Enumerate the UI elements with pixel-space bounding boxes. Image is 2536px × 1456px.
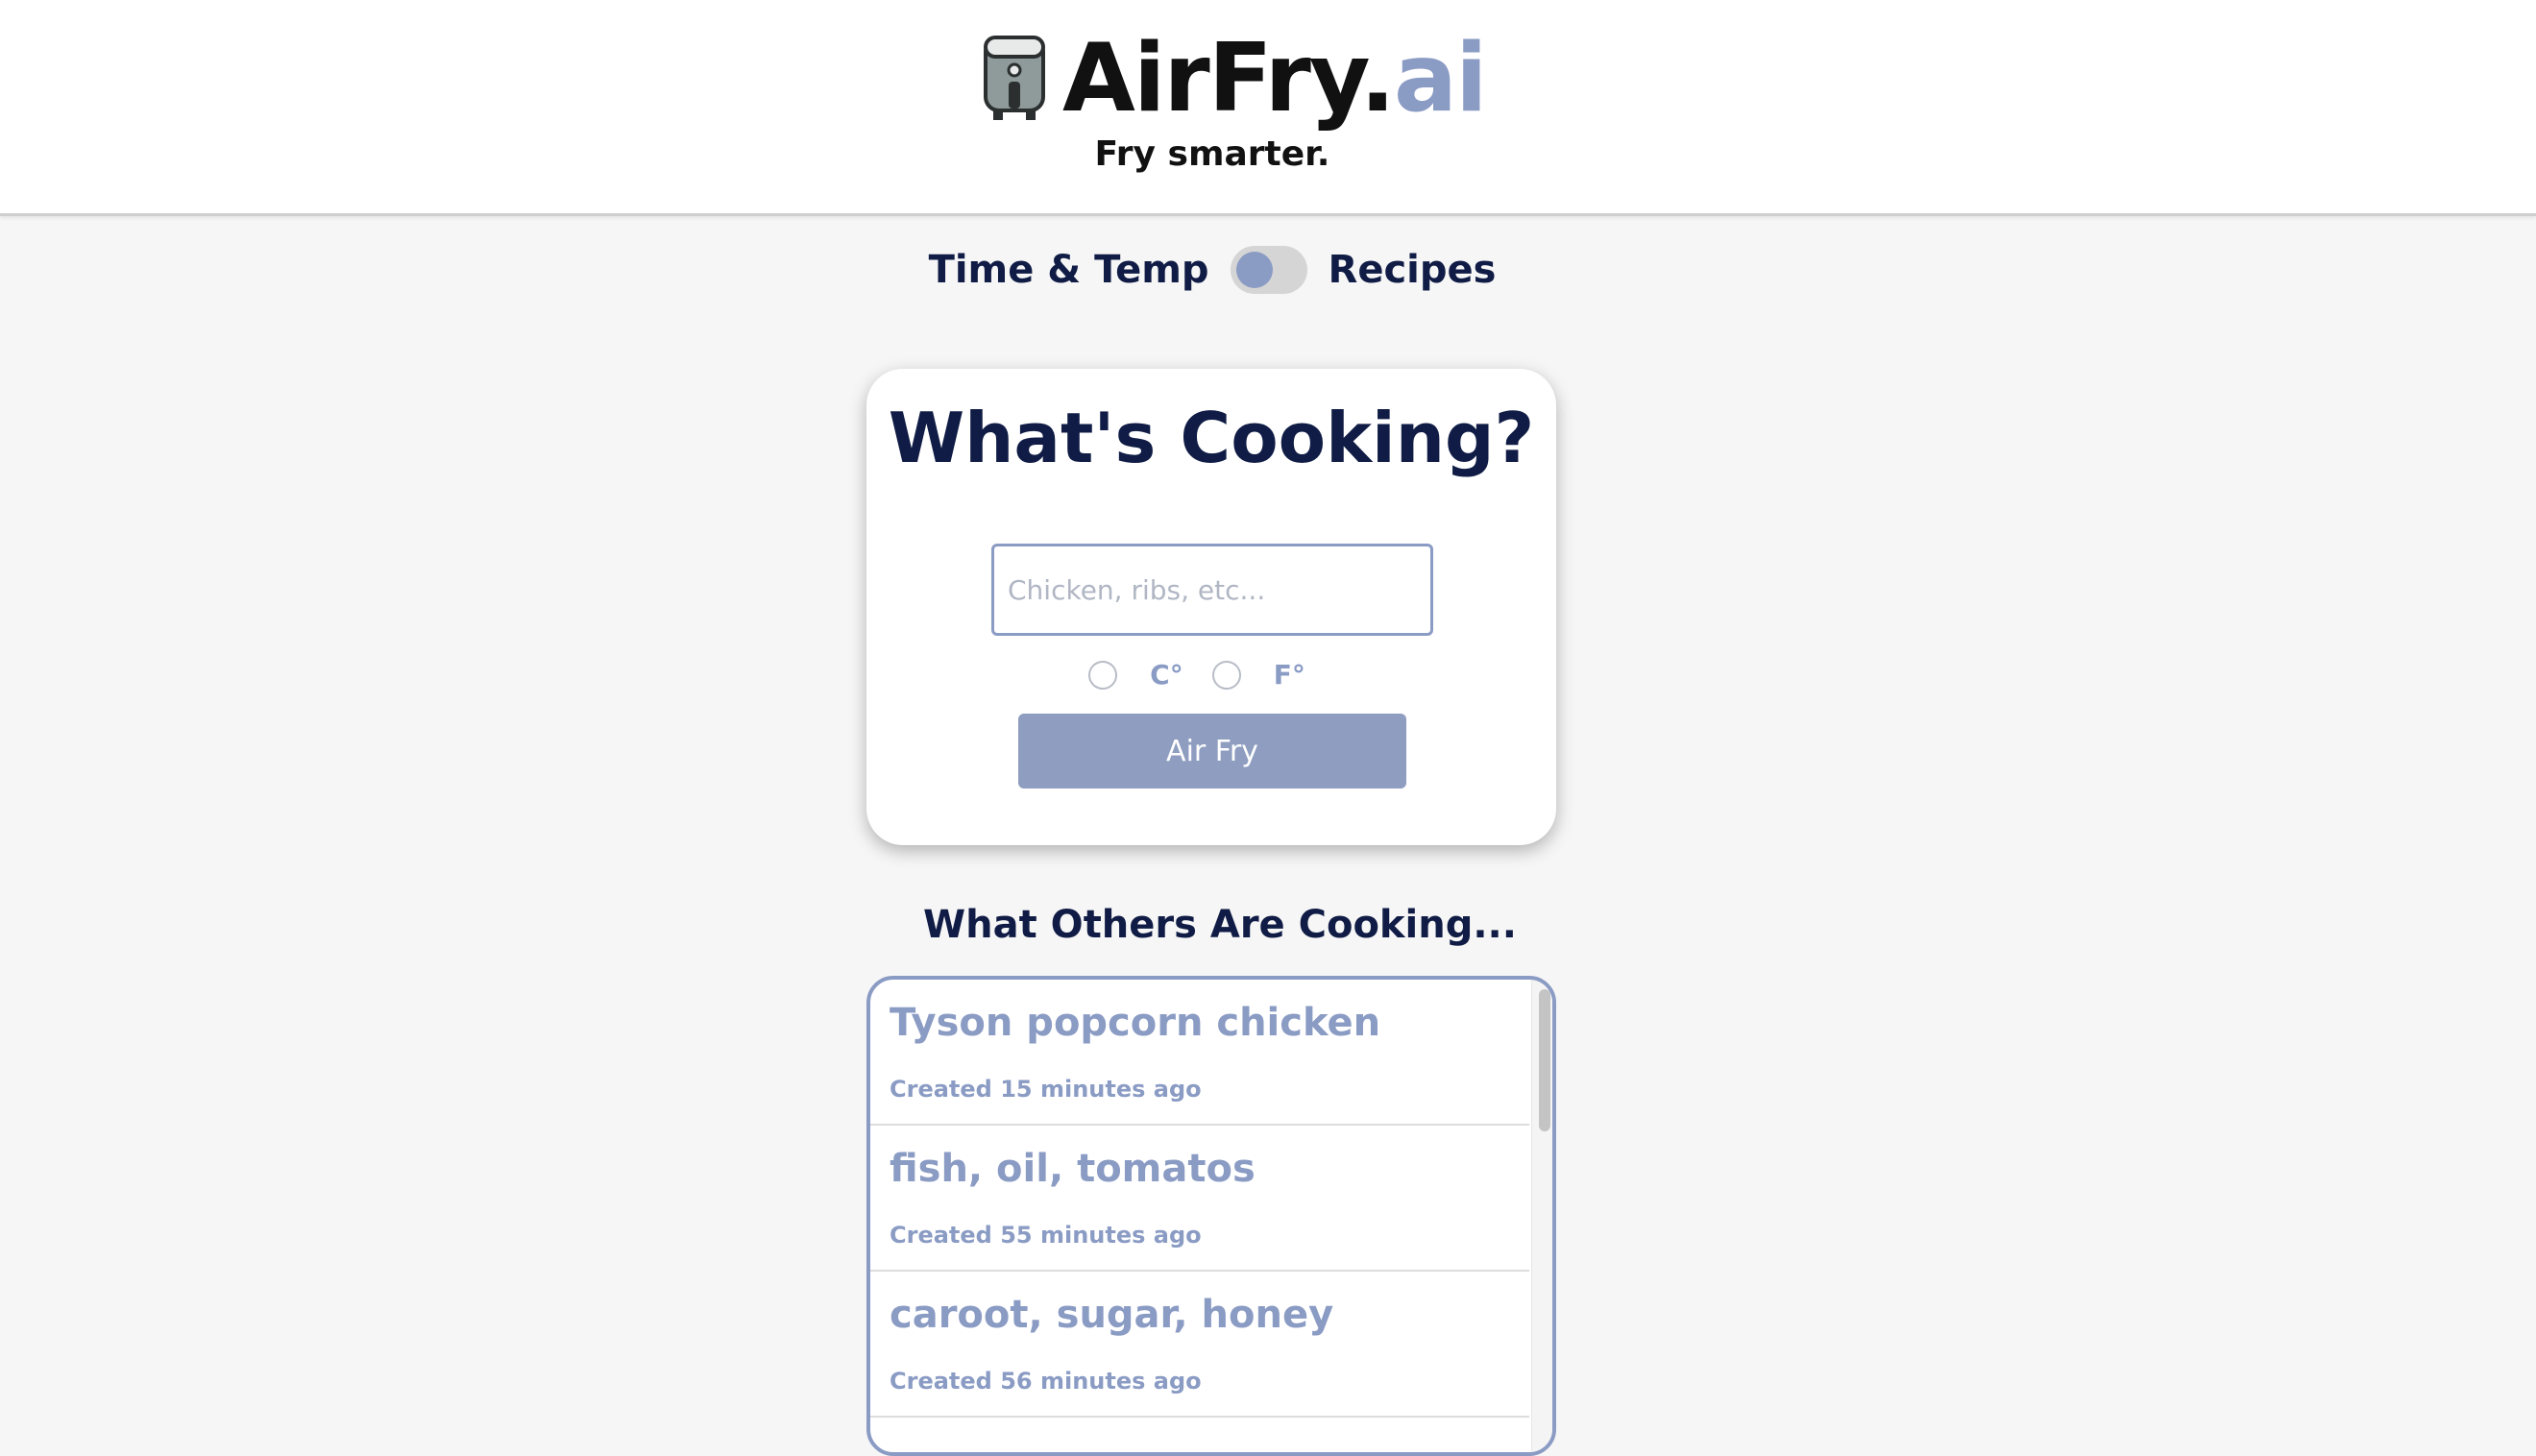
recipe-title: fish, oil, tomatos: [890, 1147, 1256, 1191]
recipe-timestamp: Created 15 minutes ago: [890, 1076, 1202, 1103]
scrollbar[interactable]: [1531, 980, 1552, 1452]
brand-ai: ai: [1393, 24, 1488, 133]
logo[interactable]: AirFry.ai: [982, 29, 1488, 129]
others-cooking-title: What Others Are Cooking...: [923, 903, 1517, 947]
fahrenheit-radio[interactable]: [1211, 660, 1241, 690]
scrollbar-thumb[interactable]: [1539, 989, 1550, 1131]
mode-switch: Time & Temp Recipes: [0, 246, 2425, 294]
recipe-title: Tyson popcorn chicken: [890, 1001, 1381, 1045]
celsius-label: C°: [1150, 659, 1183, 691]
tagline: Fry smarter.: [1094, 134, 1330, 174]
recipe-timestamp: Created 56 minutes ago: [890, 1368, 1202, 1395]
site-header: AirFry.ai Fry smarter.: [0, 0, 2536, 216]
recipe-title: caroot, sugar, honey: [890, 1293, 1334, 1337]
list-item[interactable]: caroot, sugar, honey Created 56 minutes …: [870, 1272, 1529, 1418]
brand-main: AirFry.: [1062, 24, 1396, 133]
air-fry-button[interactable]: Air Fry: [1018, 714, 1406, 789]
fahrenheit-label: F°: [1273, 659, 1305, 691]
food-input[interactable]: [991, 544, 1433, 636]
celsius-radio[interactable]: [1088, 660, 1118, 690]
unit-selector: C° F°: [866, 659, 1556, 691]
mode-toggle[interactable]: [1230, 246, 1307, 294]
cook-card: What's Cooking? C° F° Air Fry: [866, 369, 1556, 845]
cook-card-title: What's Cooking?: [888, 398, 1535, 478]
recent-recipes-list: Tyson popcorn chicken Created 15 minutes…: [866, 976, 1556, 1456]
list-item[interactable]: fish, oil, tomatos Created 55 minutes ag…: [870, 1126, 1529, 1272]
list-item[interactable]: Tyson popcorn chicken Created 15 minutes…: [870, 980, 1529, 1126]
recipes-label: Recipes: [1328, 248, 1497, 292]
brand-name: AirFry.ai: [1062, 32, 1488, 126]
air-fryer-icon: [984, 36, 1045, 120]
toggle-knob: [1235, 252, 1273, 288]
time-temp-label: Time & Temp: [928, 248, 1209, 292]
recipe-timestamp: Created 55 minutes ago: [890, 1222, 1202, 1249]
